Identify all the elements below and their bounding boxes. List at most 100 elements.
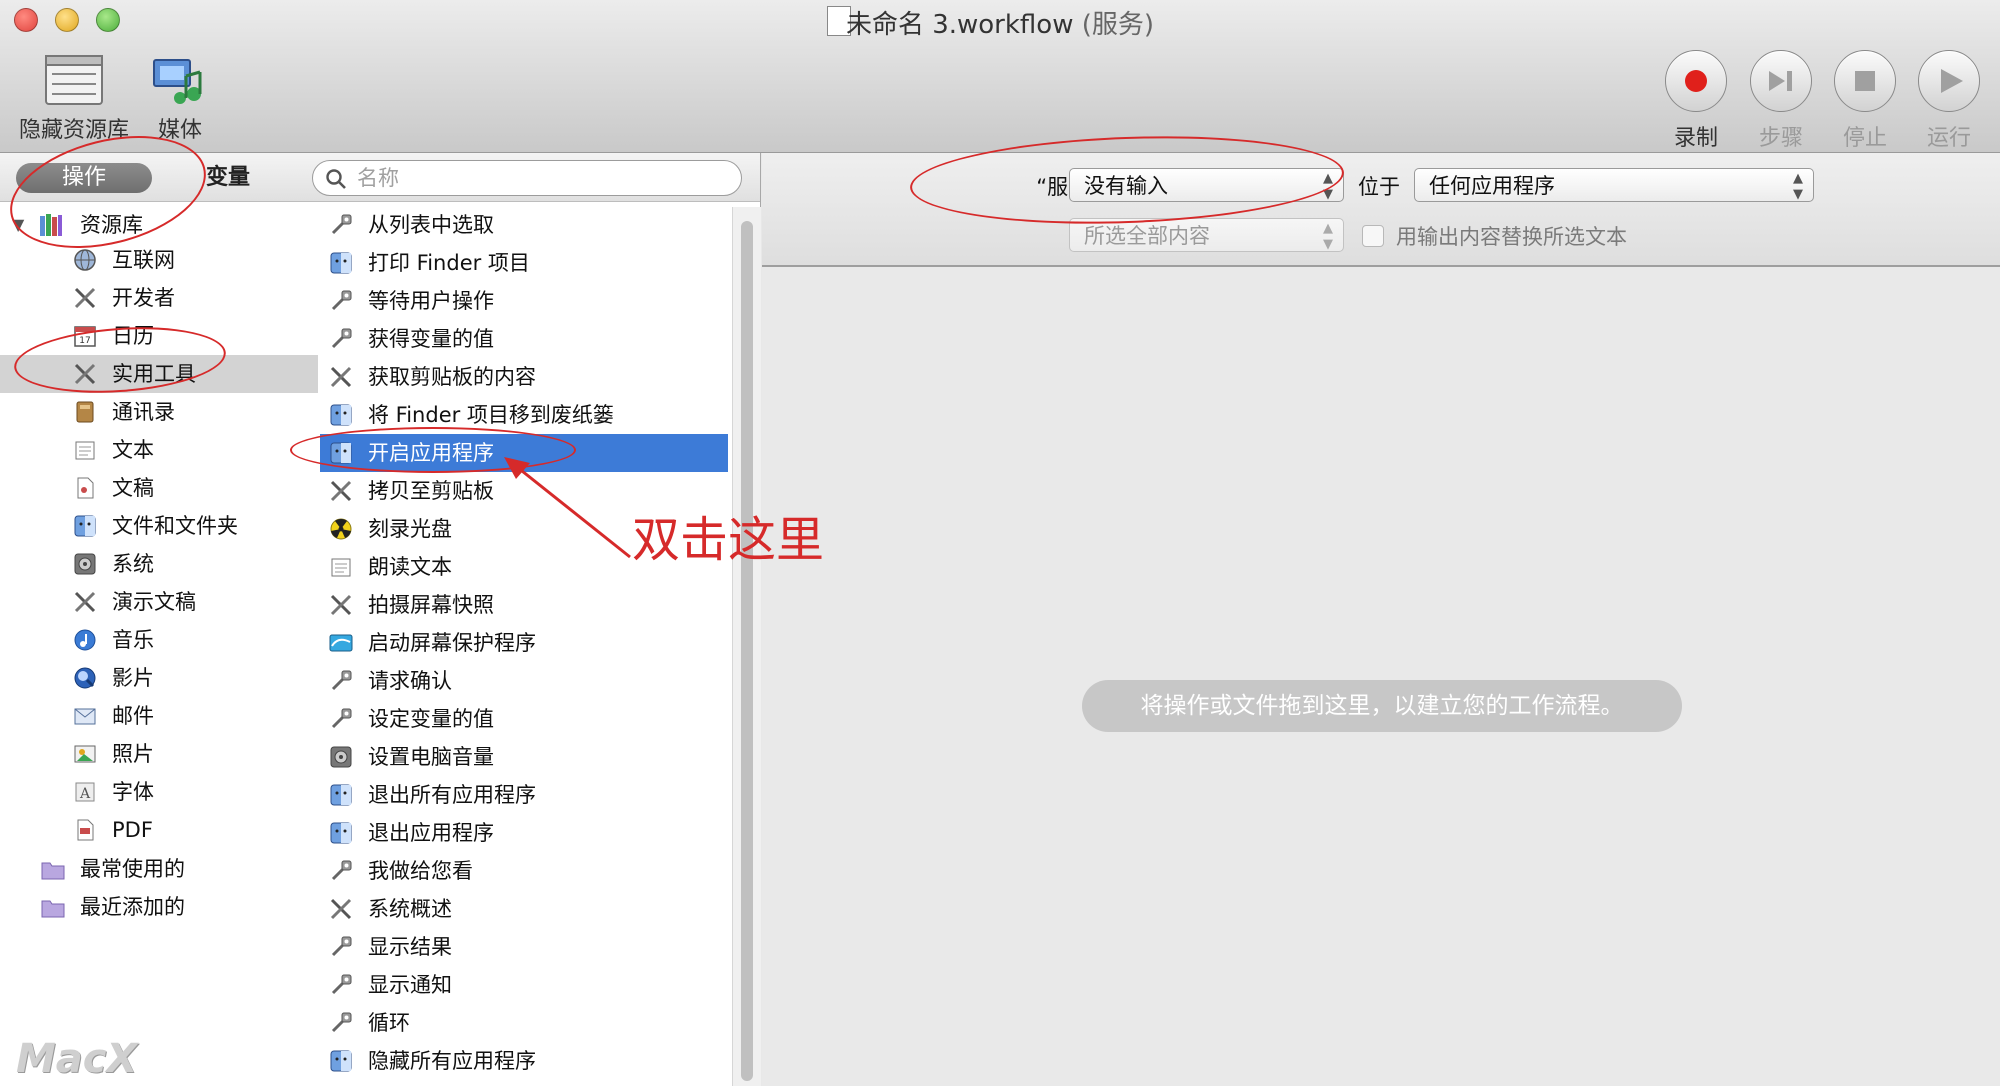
- action-list-item[interactable]: 退出应用程序: [320, 814, 728, 852]
- action-list-item[interactable]: 设定变量的值: [320, 700, 728, 738]
- media-button[interactable]: 媒体: [140, 54, 220, 144]
- action-list-item[interactable]: 从列表中选取: [320, 206, 728, 244]
- action-label: 朗读文本: [368, 555, 452, 579]
- action-list-item[interactable]: 启动屏幕保护程序: [320, 624, 728, 662]
- scrollbar-thumb[interactable]: [741, 221, 753, 1081]
- search-input[interactable]: [357, 161, 727, 195]
- popup-arrows-icon: ▲ ▼: [1793, 171, 1803, 202]
- smart-group-item[interactable]: 最近添加的: [0, 888, 318, 926]
- library-item-label: 互联网: [112, 248, 175, 272]
- movie-icon: [72, 665, 98, 691]
- developer-tools-icon: [72, 285, 98, 311]
- action-list-item[interactable]: 隐藏所有应用程序: [320, 1042, 728, 1080]
- action-list-item[interactable]: 退出所有应用程序: [320, 776, 728, 814]
- presentation-icon: [72, 589, 98, 615]
- action-list-item[interactable]: 拍摄屏幕快照: [320, 586, 728, 624]
- action-list-item[interactable]: 我做给您看: [320, 852, 728, 890]
- action-list-item[interactable]: 打印 Finder 项目: [320, 244, 728, 282]
- smart-group-item[interactable]: 最常使用的: [0, 850, 318, 888]
- action-label: 退出所有应用程序: [368, 783, 536, 807]
- address-book-icon: [72, 399, 98, 425]
- library-pane: 操作 变量 ▼ 资源库 互联网开发者17日历实用工具通讯录文本文稿文件和文件夹系…: [0, 153, 761, 1086]
- text-icon: [328, 554, 354, 580]
- automator-robot-icon: [328, 1010, 354, 1036]
- stop-button[interactable]: 停止: [1829, 50, 1901, 152]
- action-list-item[interactable]: 等待用户操作: [320, 282, 728, 320]
- action-list-item[interactable]: 设置电脑音量: [320, 738, 728, 776]
- stop-label: 停止: [1842, 126, 1887, 151]
- library-item[interactable]: 开发者: [0, 279, 318, 317]
- action-list-item[interactable]: 显示结果: [320, 928, 728, 966]
- record-button[interactable]: 录制: [1660, 50, 1732, 152]
- utilities-tools-icon: [328, 364, 354, 390]
- mail-icon: [72, 703, 98, 729]
- media-icon: [153, 59, 202, 104]
- finder-icon: [328, 402, 354, 428]
- library-icon: [45, 55, 103, 105]
- search-icon: [326, 169, 346, 189]
- library-item[interactable]: 文稿: [0, 469, 318, 507]
- library-item[interactable]: PDF: [0, 811, 318, 849]
- library-item[interactable]: 演示文稿: [0, 583, 318, 621]
- action-list-item[interactable]: 请求确认: [320, 662, 728, 700]
- library-item[interactable]: 照片: [0, 735, 318, 773]
- utilities-tools-icon: [328, 478, 354, 504]
- library-item[interactable]: 通讯录: [0, 393, 318, 431]
- globe-icon: [72, 247, 98, 273]
- action-label: 从列表中选取: [368, 213, 494, 237]
- annotation-arrow-icon: [504, 457, 631, 559]
- service-application-value: 任何应用程序: [1429, 174, 1555, 198]
- utilities-tools-icon: [328, 592, 354, 618]
- action-label: 打印 Finder 项目: [368, 251, 530, 275]
- tab-variables[interactable]: 变量: [206, 163, 250, 193]
- record-icon: [1665, 50, 1727, 112]
- library-item[interactable]: 影片: [0, 659, 318, 697]
- library-item[interactable]: 邮件: [0, 697, 318, 735]
- svg-text:A: A: [79, 786, 91, 802]
- text-icon: [72, 437, 98, 463]
- library-item-label: 字体: [112, 780, 154, 804]
- library-item[interactable]: 音乐: [0, 621, 318, 659]
- library-item-label: 影片: [112, 666, 154, 690]
- library-item[interactable]: 文件和文件夹: [0, 507, 318, 545]
- library-item-label: 文本: [112, 438, 154, 462]
- action-list-scrollbar[interactable]: [732, 207, 761, 1086]
- smart-folder-icon: [40, 856, 66, 882]
- action-label: 等待用户操作: [368, 289, 494, 313]
- action-list-item[interactable]: 系统概述: [320, 890, 728, 928]
- action-label: 显示通知: [368, 973, 452, 997]
- library-item[interactable]: 系统: [0, 545, 318, 583]
- action-label: 我做给您看: [368, 859, 473, 883]
- popup-arrows-icon: ▲ ▼: [1323, 221, 1333, 252]
- document-icon: [72, 475, 98, 501]
- search-field[interactable]: [312, 160, 742, 196]
- run-button[interactable]: 运行: [1913, 50, 1985, 152]
- automator-robot-icon: [328, 858, 354, 884]
- screensaver-icon: [328, 630, 354, 656]
- replace-selection-checkbox[interactable]: [1362, 225, 1384, 247]
- action-list-item[interactable]: 获取剪贴板的内容: [320, 358, 728, 396]
- action-label: 设置电脑音量: [368, 745, 494, 769]
- hide-library-button[interactable]: 隐藏资源库: [14, 54, 134, 144]
- library-item[interactable]: A 字体: [0, 773, 318, 811]
- step-button[interactable]: 步骤: [1745, 50, 1817, 152]
- action-label: 获得变量的值: [368, 327, 494, 351]
- library-item[interactable]: 文本: [0, 431, 318, 469]
- font-icon: A: [72, 779, 98, 805]
- utilities-tools-icon: [328, 896, 354, 922]
- service-application-select[interactable]: 任何应用程序 ▲ ▼: [1414, 168, 1814, 202]
- library-item-label: 开发者: [112, 286, 175, 310]
- action-label: 拍摄屏幕快照: [368, 593, 494, 617]
- action-label: 隐藏所有应用程序: [368, 1049, 536, 1073]
- library-item-label: 文稿: [112, 476, 154, 500]
- workflow-drop-hint: 将操作或文件拖到这里，以建立您的工作流程。: [1082, 680, 1682, 732]
- action-list-item[interactable]: 显示通知: [320, 966, 728, 1004]
- action-list-item[interactable]: 获得变量的值: [320, 320, 728, 358]
- finder-icon: [328, 250, 354, 276]
- library-item[interactable]: 互联网: [0, 241, 318, 279]
- library-item-label: 通讯录: [112, 400, 175, 424]
- action-list-item[interactable]: 循环: [320, 1004, 728, 1042]
- play-icon: [1918, 50, 1980, 112]
- automator-robot-icon: [328, 706, 354, 732]
- toolbar: 未命名 3.workflow (服务) 隐藏资源库 媒体 录制 步骤 停止 运行: [0, 0, 2000, 153]
